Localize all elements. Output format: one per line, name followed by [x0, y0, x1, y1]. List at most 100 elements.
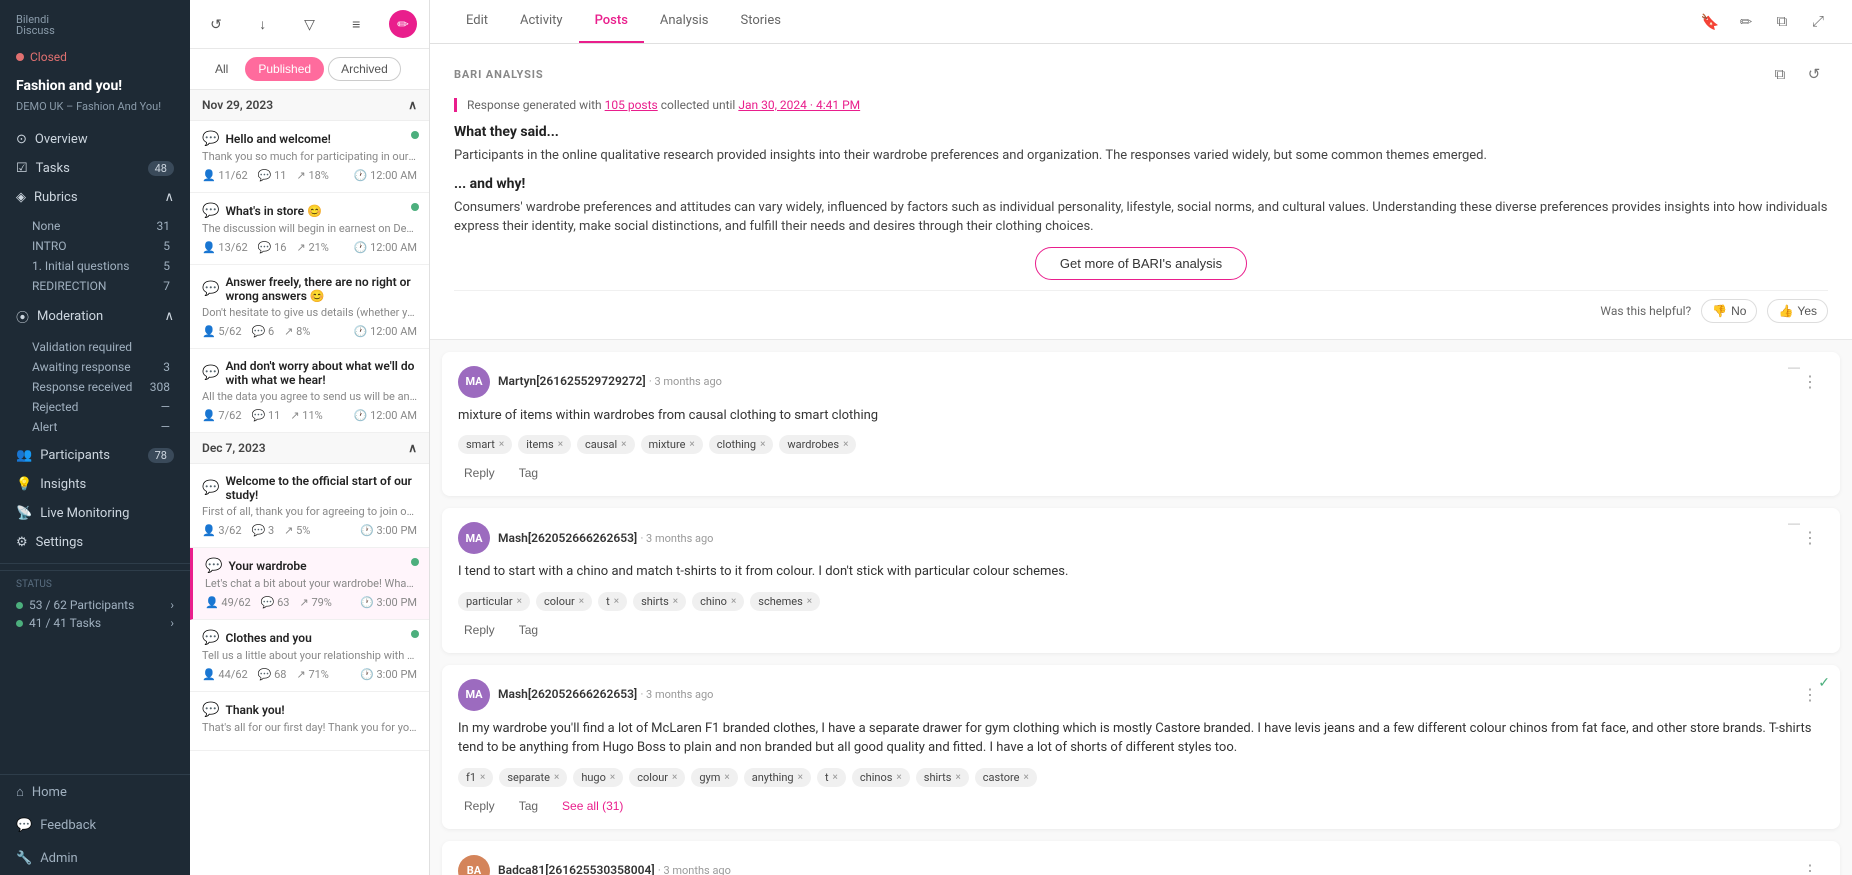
- bari-more-button[interactable]: Get more of BARI's analysis: [1035, 247, 1247, 280]
- sidebar-item-participants[interactable]: 👥 Participants 78: [0, 441, 190, 470]
- edit-icon-button[interactable]: ✏: [1732, 8, 1760, 36]
- mod-awaiting[interactable]: Awaiting response3: [28, 357, 174, 377]
- tag-remove[interactable]: ×: [554, 772, 559, 783]
- tag-remove[interactable]: ×: [673, 596, 678, 607]
- tag-remove[interactable]: ×: [579, 596, 584, 607]
- rubric-none[interactable]: None31: [28, 216, 174, 236]
- list-button[interactable]: ≡: [342, 10, 370, 38]
- tag-remove[interactable]: ×: [689, 439, 694, 450]
- reply-button[interactable]: Reply: [458, 797, 501, 815]
- sidebar-item-overview[interactable]: ⊙ Overview: [0, 125, 190, 154]
- post-card-wardrobe[interactable]: 💬 Your wardrobe Let's chat a bit about y…: [190, 548, 429, 620]
- mod-validation[interactable]: Validation required: [28, 337, 174, 357]
- thumbs-down-icon: 👎: [1712, 304, 1727, 318]
- tag-remove[interactable]: ×: [843, 439, 848, 450]
- sidebar-item-home[interactable]: ⌂ Home: [0, 775, 190, 809]
- tag-remove[interactable]: ×: [760, 439, 765, 450]
- filter-tab-archived[interactable]: Archived: [328, 57, 401, 81]
- bookmark-button[interactable]: 🔖: [1696, 8, 1724, 36]
- collapse-icon[interactable]: ∧: [408, 98, 417, 112]
- rubric-redirection[interactable]: REDIRECTION7: [28, 276, 174, 296]
- reply-button[interactable]: Reply: [458, 621, 501, 639]
- tag-remove[interactable]: ×: [731, 596, 736, 607]
- tag-remove[interactable]: ×: [517, 596, 522, 607]
- expand-button[interactable]: ⤢: [1804, 8, 1832, 36]
- mod-rejected[interactable]: Rejected—: [28, 397, 174, 417]
- bari-copy-button[interactable]: ⧉: [1766, 60, 1794, 88]
- tag-remove[interactable]: ×: [724, 772, 729, 783]
- edit-button[interactable]: ✏: [389, 10, 417, 38]
- tag-button[interactable]: Tag: [513, 621, 544, 639]
- tasks-status[interactable]: 41 / 41 Tasks ›: [16, 614, 174, 632]
- tag-remove[interactable]: ×: [955, 772, 960, 783]
- post-card-hello[interactable]: 💬 Hello and welcome! Thank you so much f…: [190, 121, 429, 193]
- tab-activity[interactable]: Activity: [504, 0, 579, 43]
- collapse-button[interactable]: —: [1788, 360, 1800, 374]
- tab-stories[interactable]: Stories: [725, 0, 797, 43]
- post-card-answer-freely[interactable]: 💬 Answer freely, there are no right or w…: [190, 265, 429, 349]
- tab-posts[interactable]: Posts: [579, 0, 644, 43]
- sidebar-item-live-monitoring[interactable]: 📡 Live Monitoring: [0, 499, 190, 528]
- sidebar-item-tasks[interactable]: ☑ Tasks 48: [0, 154, 190, 183]
- tag-remove[interactable]: ×: [499, 439, 504, 450]
- reply-button[interactable]: Reply: [458, 464, 501, 482]
- post-card-whats-in-store[interactable]: 💬 What's in store 😊 The discussion will …: [190, 193, 429, 265]
- sidebar-item-rubrics[interactable]: ◈ Rubrics ∧: [0, 183, 190, 212]
- filter-tab-all[interactable]: All: [202, 57, 241, 81]
- tag-remove[interactable]: ×: [558, 439, 563, 450]
- posts-section: — MA Martyn[261625529729272] · 3 months …: [430, 352, 1852, 875]
- mod-received[interactable]: Response received308: [28, 377, 174, 397]
- tag-remove[interactable]: ×: [896, 772, 901, 783]
- comments-count: 💬 6: [252, 325, 275, 338]
- collapse-icon[interactable]: ∧: [408, 441, 417, 455]
- tag-button[interactable]: Tag: [513, 464, 544, 482]
- tag-remove[interactable]: ×: [798, 772, 803, 783]
- tag-remove[interactable]: ×: [614, 596, 619, 607]
- post-type-icon: 💬: [202, 131, 219, 147]
- helpful-no-button[interactable]: 👎 No: [1701, 299, 1757, 323]
- bari-refresh-button[interactable]: ↺: [1800, 60, 1828, 88]
- bari-posts-link[interactable]: 105 posts: [605, 98, 658, 112]
- see-all-button[interactable]: See all (31): [556, 797, 629, 815]
- post-menu-button[interactable]: ⋮: [1796, 370, 1824, 394]
- filter-tab-published[interactable]: Published: [245, 57, 324, 81]
- mod-alert[interactable]: Alert—: [28, 417, 174, 437]
- tab-edit[interactable]: Edit: [450, 0, 504, 43]
- tag-button[interactable]: Tag: [513, 797, 544, 815]
- post-card-welcome-official[interactable]: 💬 Welcome to the official start of our s…: [190, 464, 429, 548]
- participants-status[interactable]: 53 / 62 Participants ›: [16, 596, 174, 614]
- post-menu-button[interactable]: ⋮: [1796, 526, 1824, 550]
- sidebar-item-admin[interactable]: 🔧 Admin: [0, 842, 190, 875]
- tag-remove[interactable]: ×: [807, 596, 812, 607]
- sidebar-item-insights[interactable]: 💡 Insights: [0, 470, 190, 499]
- tag-remove[interactable]: ×: [833, 772, 838, 783]
- collapse-button[interactable]: —: [1788, 516, 1800, 530]
- tag-remove[interactable]: ×: [480, 772, 485, 783]
- tag-remove[interactable]: ×: [1023, 772, 1028, 783]
- post-card-thank-you[interactable]: 💬 Thank you! That's all for our first da…: [190, 692, 429, 751]
- tag-remove[interactable]: ×: [672, 772, 677, 783]
- download-button[interactable]: ↓: [249, 10, 277, 38]
- rubric-intro[interactable]: INTRO5: [28, 236, 174, 256]
- tag-remove[interactable]: ×: [621, 439, 626, 450]
- filter-button[interactable]: ▽: [296, 10, 324, 38]
- sidebar-bottom-nav: ⌂ Home 💬 Feedback 🔧 Admin: [0, 774, 190, 875]
- percent: ↗ 21%: [297, 241, 329, 254]
- helpful-yes-button[interactable]: 👍 Yes: [1767, 299, 1828, 323]
- post-text: I tend to start with a chino and match t…: [458, 562, 1824, 582]
- helpful-row: Was this helpful? 👎 No 👍 Yes: [454, 290, 1828, 323]
- right-tabs: Edit Activity Posts Analysis Stories: [450, 0, 797, 43]
- sidebar-item-feedback[interactable]: 💬 Feedback: [0, 809, 190, 842]
- tab-analysis[interactable]: Analysis: [644, 0, 725, 43]
- tag-remove[interactable]: ×: [610, 772, 615, 783]
- bari-date-link[interactable]: Jan 30, 2024 · 4:41 PM: [738, 98, 860, 112]
- sidebar-item-moderation[interactable]: ⦿ Moderation ∧: [0, 300, 190, 333]
- post-card-clothes-and-you[interactable]: 💬 Clothes and you Tell us a little about…: [190, 620, 429, 692]
- copy-button[interactable]: ⧉: [1768, 8, 1796, 36]
- rubric-initial[interactable]: 1. Initial questions5: [28, 256, 174, 276]
- post-menu-button[interactable]: ⋮: [1796, 859, 1824, 875]
- post-card-dont-worry[interactable]: 💬 And don't worry about what we'll do wi…: [190, 349, 429, 433]
- sidebar-item-settings[interactable]: ⚙ Settings: [0, 528, 190, 557]
- date-group-dec: Dec 7, 2023 ∧: [190, 433, 429, 464]
- refresh-button[interactable]: ↺: [202, 10, 230, 38]
